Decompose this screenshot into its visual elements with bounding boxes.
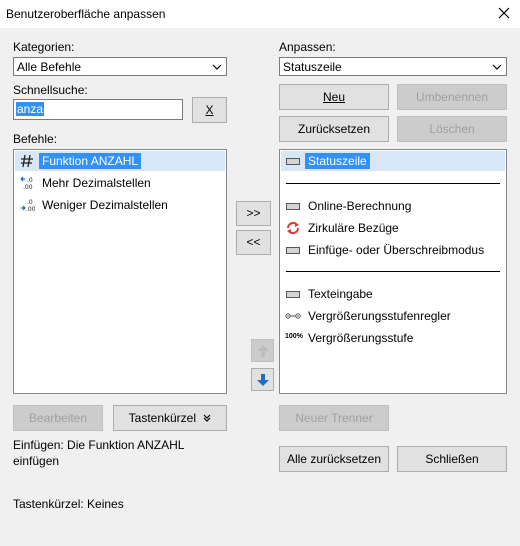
move-down-button[interactable] [251, 368, 274, 391]
separator[interactable] [286, 271, 500, 272]
chevron-down-icon [492, 64, 502, 70]
statusbar-icon [286, 203, 300, 210]
edit-label: Bearbeiten [28, 411, 88, 425]
command-row-fewer-decimals[interactable]: .0 .00 Weniger Dezimalstellen [15, 195, 225, 215]
zoom-percent-icon: 100% [285, 333, 303, 340]
list-item-zirkulaere-bezuege[interactable]: Zirkuläre Bezüge [281, 218, 505, 238]
list-item-label: Zirkuläre Bezüge [308, 221, 399, 235]
svg-text:.00: .00 [26, 206, 35, 213]
new-separator-label: Neuer Trenner [295, 411, 373, 425]
rename-button[interactable]: Umbenennen [397, 84, 507, 110]
reset-all-label: Alle zurücksetzen [286, 452, 382, 466]
commands-list[interactable]: Funktion ANZAHL .0 .00 Mehr Dezimalstell… [13, 149, 227, 394]
reset-button[interactable]: Zurücksetzen [279, 116, 389, 142]
list-item-label: Online-Berechnung [308, 199, 412, 213]
command-label: Mehr Dezimalstellen [42, 176, 151, 190]
close-dialog-button[interactable]: Schließen [397, 446, 507, 472]
command-description: Einfügen: Die Funktion ANZAHL einfügen [13, 438, 184, 468]
customize-list[interactable]: Statuszeile Online-Berechnung Zirkuläre … [279, 149, 507, 394]
list-item-label: Vergrößerungsstufenregler [308, 309, 451, 323]
command-label: Funktion ANZAHL [39, 153, 142, 169]
arrow-down-icon [256, 374, 269, 386]
close-dialog-label: Schließen [425, 452, 479, 466]
categories-value: Alle Befehle [17, 60, 82, 74]
close-icon[interactable] [494, 3, 514, 23]
clear-search-button[interactable]: X [192, 97, 227, 123]
shortcut-label: Tastenkürzel [128, 411, 197, 425]
quicksearch-label: Schnellsuche: [13, 83, 88, 97]
statusbar-icon [286, 247, 300, 254]
shortcut-button[interactable]: Tastenkürzel [113, 405, 227, 431]
add-label: >> [246, 206, 261, 220]
shortcut-info: Tastenkürzel: Keines [13, 497, 124, 511]
increase-decimals-icon: .0 .00 [20, 176, 33, 191]
svg-text:.0: .0 [27, 199, 33, 206]
list-item-label: Einfüge- oder Überschreibmodus [308, 243, 485, 257]
dropdown-arrow-icon [203, 414, 211, 422]
circular-refs-icon [287, 222, 299, 234]
decrease-decimals-icon: .0 .00 [21, 199, 35, 213]
list-item-online-berechnung[interactable]: Online-Berechnung [281, 196, 505, 216]
reset-label: Zurücksetzen [297, 122, 371, 136]
command-row-anzahl[interactable]: Funktion ANZAHL [15, 151, 225, 171]
new-button[interactable]: Neu [279, 84, 389, 110]
chevron-down-icon [212, 64, 222, 70]
reset-all-button[interactable]: Alle zurücksetzen [279, 446, 389, 472]
categories-label: Kategorien: [13, 40, 75, 54]
list-item-zoom-slider[interactable]: Vergrößerungsstufenregler [281, 306, 505, 326]
categories-select[interactable]: Alle Befehle [13, 57, 227, 76]
list-item-label: Vergrößerungsstufe [308, 331, 414, 345]
command-row-more-decimals[interactable]: .0 .00 Mehr Dezimalstellen [15, 173, 225, 193]
rename-label: Umbenennen [415, 90, 489, 104]
list-item-label: Texteingabe [308, 287, 373, 301]
list-item-label: Statuszeile [305, 153, 370, 169]
delete-button[interactable]: Löschen [397, 116, 507, 142]
add-to-list-button[interactable]: >> [236, 201, 271, 226]
separator[interactable] [286, 183, 500, 184]
command-label: Weniger Dezimalstellen [42, 198, 168, 212]
list-item-statuszeile[interactable]: Statuszeile [281, 151, 505, 171]
statusbar-icon [286, 291, 300, 298]
statusbar-icon [286, 158, 300, 165]
edit-button[interactable]: Bearbeiten [13, 405, 103, 431]
quicksearch-input[interactable]: anza [13, 99, 183, 120]
window-title: Benutzeroberfläche anpassen [6, 7, 166, 21]
new-separator-button[interactable]: Neuer Trenner [279, 405, 389, 431]
list-item-texteingabe[interactable]: Texteingabe [281, 284, 505, 304]
customize-value: Statuszeile [283, 60, 342, 74]
svg-text:.00: .00 [23, 184, 33, 191]
quicksearch-value: anza [16, 102, 45, 116]
customize-label: Anpassen: [279, 40, 336, 54]
zoom-slider-icon [285, 313, 301, 319]
list-item-einfuegemodus[interactable]: Einfüge- oder Überschreibmodus [281, 240, 505, 260]
list-item-zoom-level[interactable]: 100% Vergrößerungsstufe [281, 328, 505, 348]
customize-select[interactable]: Statuszeile [279, 57, 507, 76]
move-up-button[interactable] [251, 339, 274, 362]
commands-label: Befehle: [13, 132, 58, 146]
remove-label: << [246, 235, 261, 249]
clear-search-label: X [205, 103, 214, 117]
remove-from-list-button[interactable]: << [236, 230, 271, 255]
new-label: Neu [322, 90, 345, 104]
delete-label: Löschen [429, 122, 475, 136]
svg-text:.0: .0 [27, 177, 33, 184]
hash-icon [21, 154, 33, 168]
arrow-up-icon [256, 345, 269, 357]
